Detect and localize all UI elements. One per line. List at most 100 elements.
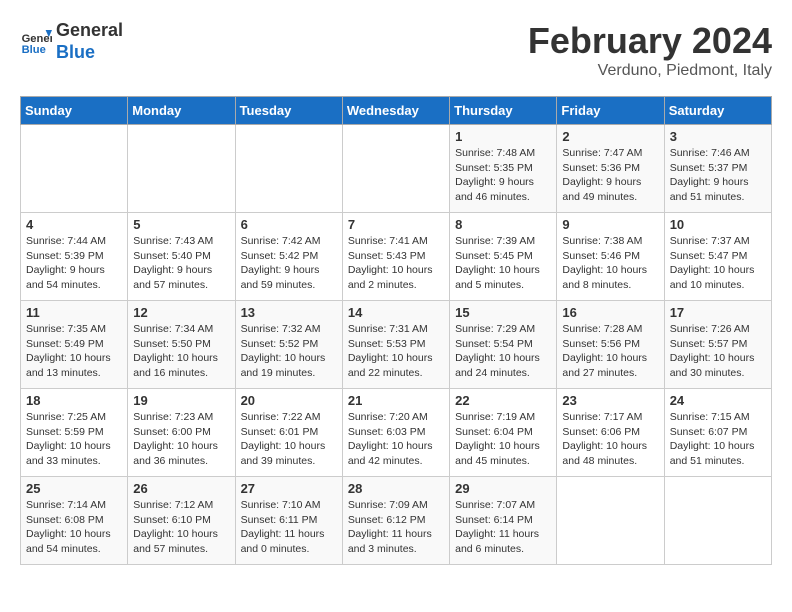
calendar-week-1: 1 Sunrise: 7:48 AM Sunset: 5:35 PM Daylig…: [21, 125, 772, 213]
day-number: 9: [562, 217, 658, 232]
calendar-cell: 11 Sunrise: 7:35 AM Sunset: 5:49 PM Dayli…: [21, 301, 128, 389]
day-info: Sunrise: 7:47 AM Sunset: 5:36 PM Dayligh…: [562, 146, 658, 205]
calendar-week-2: 4 Sunrise: 7:44 AM Sunset: 5:39 PM Daylig…: [21, 213, 772, 301]
header-monday: Monday: [128, 97, 235, 125]
day-number: 20: [241, 393, 337, 408]
day-number: 15: [455, 305, 551, 320]
calendar-week-4: 18 Sunrise: 7:25 AM Sunset: 5:59 PM Dayli…: [21, 389, 772, 477]
day-info: Sunrise: 7:09 AM Sunset: 6:12 PM Dayligh…: [348, 498, 444, 557]
calendar-cell: 18 Sunrise: 7:25 AM Sunset: 5:59 PM Dayli…: [21, 389, 128, 477]
calendar-cell: 16 Sunrise: 7:28 AM Sunset: 5:56 PM Dayli…: [557, 301, 664, 389]
day-number: 19: [133, 393, 229, 408]
calendar-cell: 20Sunrise: 7:22 AM Sunset: 6:01 PM Dayli…: [235, 389, 342, 477]
day-number: 16: [562, 305, 658, 320]
calendar-cell: 17Sunrise: 7:26 AM Sunset: 5:57 PM Dayli…: [664, 301, 771, 389]
day-number: 7: [348, 217, 444, 232]
calendar-cell: 6Sunrise: 7:42 AM Sunset: 5:42 PM Daylig…: [235, 213, 342, 301]
calendar-cell: 28Sunrise: 7:09 AM Sunset: 6:12 PM Dayli…: [342, 477, 449, 565]
logo: General Blue General Blue: [20, 20, 123, 63]
location-subtitle: Verduno, Piedmont, Italy: [528, 62, 772, 80]
day-number: 11: [26, 305, 122, 320]
day-info: Sunrise: 7:35 AM Sunset: 5:49 PM Dayligh…: [26, 322, 122, 381]
day-number: 22: [455, 393, 551, 408]
day-number: 24: [670, 393, 766, 408]
day-info: Sunrise: 7:41 AM Sunset: 5:43 PM Dayligh…: [348, 234, 444, 293]
day-info: Sunrise: 7:14 AM Sunset: 6:08 PM Dayligh…: [26, 498, 122, 557]
day-info: Sunrise: 7:25 AM Sunset: 5:59 PM Dayligh…: [26, 410, 122, 469]
calendar-cell: 21 Sunrise: 7:20 AM Sunset: 6:03 PM Dayli…: [342, 389, 449, 477]
svg-text:General: General: [22, 33, 52, 45]
calendar-cell: 14 Sunrise: 7:31 AM Sunset: 5:53 PM Dayli…: [342, 301, 449, 389]
calendar-cell: 10 Sunrise: 7:37 AM Sunset: 5:47 PM Dayli…: [664, 213, 771, 301]
day-info: Sunrise: 7:43 AM Sunset: 5:40 PM Dayligh…: [133, 234, 229, 293]
logo-general: General: [56, 20, 123, 42]
day-number: 8: [455, 217, 551, 232]
calendar-week-3: 11 Sunrise: 7:35 AM Sunset: 5:49 PM Dayli…: [21, 301, 772, 389]
day-info: Sunrise: 7:32 AM Sunset: 5:52 PM Dayligh…: [241, 322, 337, 381]
calendar-cell: 26 Sunrise: 7:12 AM Sunset: 6:10 PM Dayli…: [128, 477, 235, 565]
day-info: Sunrise: 7:46 AM Sunset: 5:37 PM Dayligh…: [670, 146, 766, 205]
calendar-cell: 24Sunrise: 7:15 AM Sunset: 6:07 PM Dayli…: [664, 389, 771, 477]
day-info: Sunrise: 7:19 AM Sunset: 6:04 PM Dayligh…: [455, 410, 551, 469]
day-info: Sunrise: 7:37 AM Sunset: 5:47 PM Dayligh…: [670, 234, 766, 293]
calendar-cell: 23Sunrise: 7:17 AM Sunset: 6:06 PM Dayli…: [557, 389, 664, 477]
header-tuesday: Tuesday: [235, 97, 342, 125]
day-number: 26: [133, 481, 229, 496]
day-number: 25: [26, 481, 122, 496]
day-number: 12: [133, 305, 229, 320]
calendar-cell: 8 Sunrise: 7:39 AM Sunset: 5:45 PM Daylig…: [450, 213, 557, 301]
day-info: Sunrise: 7:34 AM Sunset: 5:50 PM Dayligh…: [133, 322, 229, 381]
day-number: 6: [241, 217, 337, 232]
header-friday: Friday: [557, 97, 664, 125]
calendar-cell: 25 Sunrise: 7:14 AM Sunset: 6:08 PM Dayli…: [21, 477, 128, 565]
logo-blue: Blue: [56, 42, 123, 64]
calendar-cell: [342, 125, 449, 213]
day-info: Sunrise: 7:31 AM Sunset: 5:53 PM Dayligh…: [348, 322, 444, 381]
day-number: 14: [348, 305, 444, 320]
calendar-cell: [557, 477, 664, 565]
month-title: February 2024: [528, 20, 772, 62]
day-info: Sunrise: 7:48 AM Sunset: 5:35 PM Dayligh…: [455, 146, 551, 205]
calendar-cell: 9 Sunrise: 7:38 AM Sunset: 5:46 PM Daylig…: [557, 213, 664, 301]
calendar-cell: [664, 477, 771, 565]
calendar-cell: 15 Sunrise: 7:29 AM Sunset: 5:54 PM Dayli…: [450, 301, 557, 389]
calendar-header-row: SundayMondayTuesdayWednesdayThursdayFrid…: [21, 97, 772, 125]
svg-text:Blue: Blue: [22, 44, 46, 56]
day-number: 5: [133, 217, 229, 232]
calendar-week-5: 25 Sunrise: 7:14 AM Sunset: 6:08 PM Dayli…: [21, 477, 772, 565]
header-sunday: Sunday: [21, 97, 128, 125]
calendar-cell: 19 Sunrise: 7:23 AM Sunset: 6:00 PM Dayli…: [128, 389, 235, 477]
day-number: 1: [455, 129, 551, 144]
day-info: Sunrise: 7:20 AM Sunset: 6:03 PM Dayligh…: [348, 410, 444, 469]
calendar-cell: 3 Sunrise: 7:46 AM Sunset: 5:37 PM Daylig…: [664, 125, 771, 213]
header-saturday: Saturday: [664, 97, 771, 125]
calendar-cell: [21, 125, 128, 213]
calendar-cell: [235, 125, 342, 213]
header-wednesday: Wednesday: [342, 97, 449, 125]
day-info: Sunrise: 7:23 AM Sunset: 6:00 PM Dayligh…: [133, 410, 229, 469]
day-number: 18: [26, 393, 122, 408]
calendar-cell: 13Sunrise: 7:32 AM Sunset: 5:52 PM Dayli…: [235, 301, 342, 389]
day-number: 29: [455, 481, 551, 496]
day-info: Sunrise: 7:12 AM Sunset: 6:10 PM Dayligh…: [133, 498, 229, 557]
day-info: Sunrise: 7:28 AM Sunset: 5:56 PM Dayligh…: [562, 322, 658, 381]
day-info: Sunrise: 7:38 AM Sunset: 5:46 PM Dayligh…: [562, 234, 658, 293]
day-number: 10: [670, 217, 766, 232]
calendar-cell: 29 Sunrise: 7:07 AM Sunset: 6:14 PM Dayli…: [450, 477, 557, 565]
day-info: Sunrise: 7:39 AM Sunset: 5:45 PM Dayligh…: [455, 234, 551, 293]
day-number: 4: [26, 217, 122, 232]
day-info: Sunrise: 7:07 AM Sunset: 6:14 PM Dayligh…: [455, 498, 551, 557]
calendar-cell: 7 Sunrise: 7:41 AM Sunset: 5:43 PM Daylig…: [342, 213, 449, 301]
day-number: 21: [348, 393, 444, 408]
calendar-cell: 5 Sunrise: 7:43 AM Sunset: 5:40 PM Daylig…: [128, 213, 235, 301]
day-info: Sunrise: 7:29 AM Sunset: 5:54 PM Dayligh…: [455, 322, 551, 381]
day-info: Sunrise: 7:26 AM Sunset: 5:57 PM Dayligh…: [670, 322, 766, 381]
day-info: Sunrise: 7:17 AM Sunset: 6:06 PM Dayligh…: [562, 410, 658, 469]
header: General Blue General Blue February 2024 …: [20, 20, 772, 80]
calendar-cell: [128, 125, 235, 213]
day-info: Sunrise: 7:44 AM Sunset: 5:39 PM Dayligh…: [26, 234, 122, 293]
day-info: Sunrise: 7:10 AM Sunset: 6:11 PM Dayligh…: [241, 498, 337, 557]
calendar-cell: 2Sunrise: 7:47 AM Sunset: 5:36 PM Daylig…: [557, 125, 664, 213]
title-block: February 2024 Verduno, Piedmont, Italy: [528, 20, 772, 80]
day-number: 3: [670, 129, 766, 144]
